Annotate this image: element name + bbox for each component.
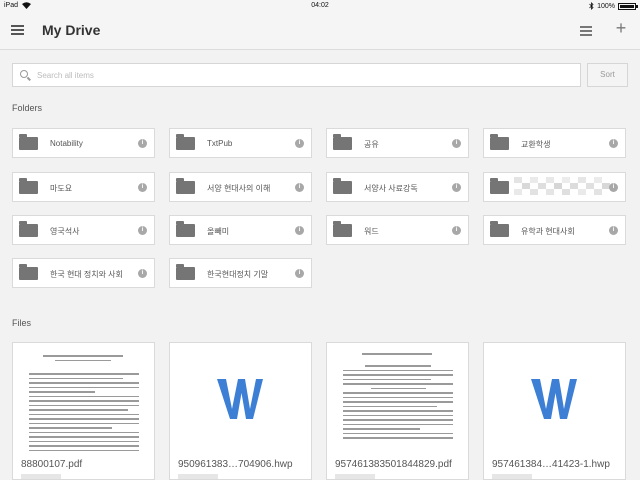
info-icon[interactable]: i: [138, 183, 147, 192]
search-box[interactable]: [12, 63, 581, 87]
file-card[interactable]: 957461383501844829.pdf: [326, 342, 469, 480]
folder-name: TxtPub: [207, 139, 233, 148]
info-icon[interactable]: i: [609, 183, 618, 192]
folder-name: 한국현대정치 기말: [207, 270, 269, 279]
file-name: 950961383…704906.hwp: [178, 459, 293, 470]
file-card[interactable]: 88800107.pdf: [12, 342, 155, 480]
file-meta: [21, 474, 61, 479]
folder-icon: [333, 134, 352, 150]
search-input[interactable]: [37, 68, 567, 83]
folder-icon: [176, 134, 195, 150]
add-icon[interactable]: +: [614, 19, 628, 37]
folder-item[interactable]: 영국석사 i: [12, 215, 155, 245]
folder-name: 올빼미: [207, 227, 230, 236]
menu-icon[interactable]: [11, 25, 24, 35]
pdf-thumbnail: [13, 343, 154, 454]
folder-name: 워드: [364, 227, 379, 236]
folder-item[interactable]: 서양사 사료강독 i: [326, 172, 469, 202]
pdf-thumbnail: [327, 343, 468, 454]
clock: 04:02: [311, 2, 329, 9]
sort-button[interactable]: Sort: [587, 63, 628, 87]
info-icon[interactable]: i: [138, 226, 147, 235]
folder-icon: [490, 178, 509, 194]
info-icon[interactable]: i: [295, 226, 304, 235]
folder-name: 교환학생: [521, 140, 551, 149]
folder-item[interactable]: 올빼미 i: [169, 215, 312, 245]
info-icon[interactable]: i: [295, 269, 304, 278]
redacted-name: [514, 177, 610, 195]
folder-icon: [176, 178, 195, 194]
app-bar: My Drive +: [0, 12, 640, 50]
word-thumbnail: [484, 343, 625, 454]
folder-icon: [176, 264, 195, 280]
file-meta: [492, 474, 532, 479]
bluetooth-icon: [589, 2, 594, 10]
file-name: 957461384…41423-1.hwp: [492, 459, 610, 470]
info-icon[interactable]: i: [609, 226, 618, 235]
folder-name: 마도요: [50, 184, 73, 193]
info-icon[interactable]: i: [138, 139, 147, 148]
file-name: 88800107.pdf: [21, 459, 83, 470]
word-doc-icon: [531, 379, 577, 419]
word-doc-icon: [217, 379, 263, 419]
file-meta: [178, 474, 218, 479]
folder-item[interactable]: 서양 현대사의 이해 i: [169, 172, 312, 202]
folder-icon: [490, 134, 509, 150]
file-meta: [335, 474, 375, 479]
info-icon[interactable]: i: [609, 139, 618, 148]
search-icon: [20, 70, 28, 78]
folder-icon: [19, 221, 38, 237]
folder-item[interactable]: 공유 i: [326, 128, 469, 158]
word-thumbnail: [170, 343, 311, 454]
folder-icon: [19, 134, 38, 150]
file-name: 957461383501844829.pdf: [335, 459, 452, 470]
battery-icon: [618, 2, 638, 10]
folder-item[interactable]: 한국 현대 정치와 사회 i: [12, 258, 155, 288]
folder-name: 서양 현대사의 이해: [207, 184, 271, 193]
folder-item[interactable]: 한국현대정치 기말 i: [169, 258, 312, 288]
folder-icon: [176, 221, 195, 237]
folder-item[interactable]: Notability i: [12, 128, 155, 158]
info-icon[interactable]: i: [452, 183, 461, 192]
folder-name: 영국석사: [50, 227, 80, 236]
info-icon[interactable]: i: [295, 183, 304, 192]
file-card[interactable]: 957461384…41423-1.hwp: [483, 342, 626, 480]
folder-name: 한국 현대 정치와 사회: [50, 270, 123, 279]
folder-name: Notability: [50, 139, 83, 148]
info-icon[interactable]: i: [138, 269, 147, 278]
folder-icon: [490, 221, 509, 237]
folder-item[interactable]: i: [483, 172, 626, 202]
battery-percent: 100%: [597, 2, 615, 10]
folder-item[interactable]: 마도요 i: [12, 172, 155, 202]
info-icon[interactable]: i: [452, 226, 461, 235]
files-heading: Files: [12, 318, 32, 328]
folder-item[interactable]: 교환학생 i: [483, 128, 626, 158]
folder-icon: [19, 264, 38, 280]
folder-item[interactable]: 워드 i: [326, 215, 469, 245]
status-bar: iPad 04:02 100%: [0, 0, 640, 12]
folder-name: 서양사 사료강독: [364, 184, 418, 193]
folder-icon: [19, 178, 38, 194]
folder-item[interactable]: TxtPub i: [169, 128, 312, 158]
file-card[interactable]: 950961383…704906.hwp: [169, 342, 312, 480]
folder-name: 유학과 현대사회: [521, 227, 575, 236]
info-icon[interactable]: i: [452, 139, 461, 148]
page-title: My Drive: [42, 22, 101, 38]
list-view-icon[interactable]: [580, 26, 592, 36]
folder-name: 공유: [364, 140, 379, 149]
info-icon[interactable]: i: [295, 139, 304, 148]
folder-icon: [333, 178, 352, 194]
folders-heading: Folders: [12, 103, 43, 113]
folder-icon: [333, 221, 352, 237]
folder-item[interactable]: 유학과 현대사회 i: [483, 215, 626, 245]
